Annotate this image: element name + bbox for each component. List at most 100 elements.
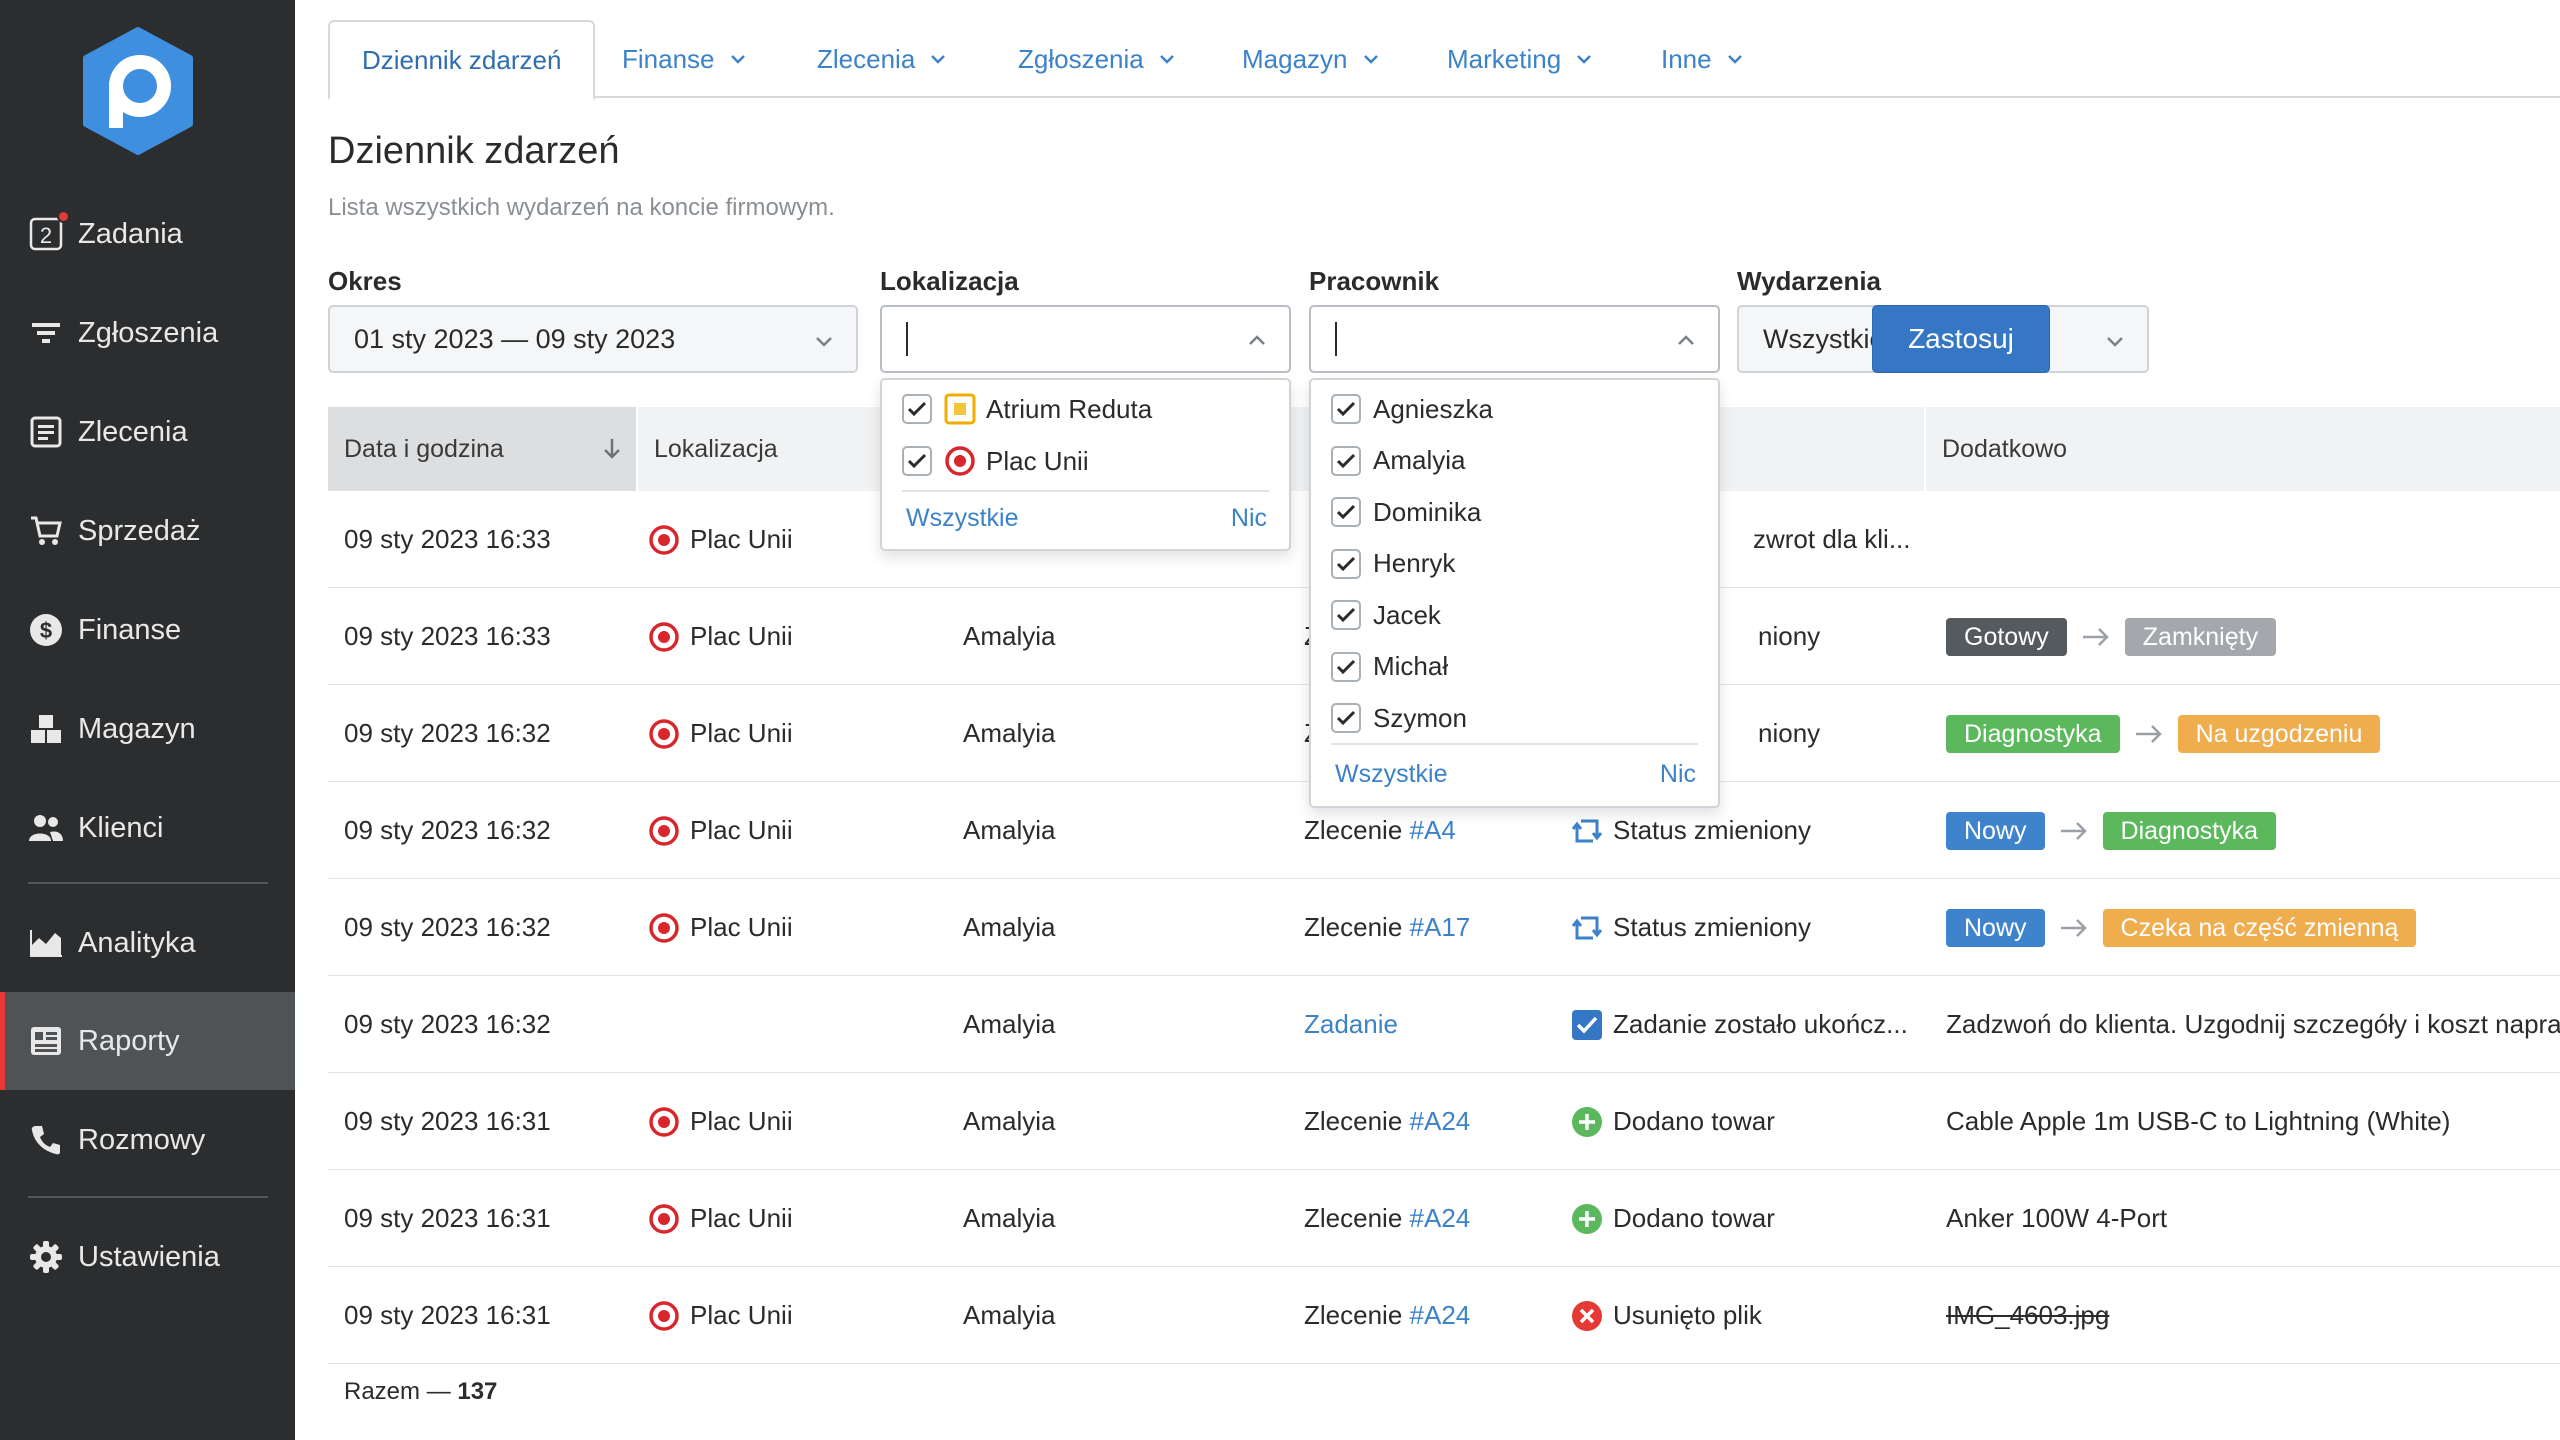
chevron-down-icon [931, 55, 946, 64]
status-badge-to: Diagnostyka [2102, 811, 2277, 850]
checkbox-checked[interactable] [1331, 445, 1361, 476]
event-text: Dodano towar [1613, 1106, 1775, 1136]
checkbox-checked[interactable] [1331, 651, 1361, 682]
object-link[interactable]: #A24 [1410, 1300, 1471, 1331]
employee-input[interactable] [1309, 305, 1720, 373]
period-label: Okres [328, 266, 402, 296]
tab-inne[interactable]: Inne [1661, 20, 1744, 98]
cell-date: 09 sty 2023 16:31 [344, 1300, 551, 1330]
tab-zgloszenia[interactable]: Zgłoszenia [1018, 20, 1176, 98]
period-select[interactable]: 01 sty 2023 — 09 sty 2023 [328, 305, 858, 373]
sidebar-divider [28, 1196, 268, 1198]
object-type: Zlecenie [1304, 1203, 1403, 1233]
table-row[interactable]: 09 sty 2023 16:32 Amalyia Zadanie Zadanie z… [328, 976, 2560, 1073]
tab-dziennik-zdarzen[interactable]: Dziennik zdarzeń [328, 20, 596, 100]
checkbox-checked[interactable] [902, 394, 932, 424]
checkbox-checked[interactable] [1331, 497, 1361, 527]
option-label: Dominika [1373, 496, 1482, 527]
location-dropdown: Atrium Reduta Plac Unii Wszystkie Nic [880, 378, 1291, 551]
cell-event-partial: niony [1758, 718, 1821, 748]
location-option-plac-unii[interactable]: Plac Unii [902, 438, 1089, 484]
cell-event: Zadanie zostało ukończ... [1571, 976, 1908, 1073]
column-header-date[interactable]: Data i godzina [328, 407, 636, 491]
dropdown-divider [902, 490, 1269, 492]
employee-option[interactable]: Dominika [1331, 489, 1481, 535]
object-link[interactable]: #A4 [1410, 815, 1456, 846]
checkbox-checked[interactable] [1331, 548, 1361, 579]
chevron-down-icon [1727, 55, 1742, 64]
tab-label: Zlecenia [817, 43, 916, 74]
object-link[interactable]: Zadanie [1304, 1009, 1398, 1040]
checkbox-checked[interactable] [1331, 600, 1361, 630]
select-all-link[interactable]: Wszystkie [906, 504, 1019, 533]
status-badge-to: Czeka na część zmienną [2102, 908, 2417, 947]
event-text: Usunięto plik [1613, 1300, 1762, 1330]
tab-marketing[interactable]: Marketing [1447, 20, 1593, 98]
cell-extra: Diagnostyka Na uzgodzeniu [1946, 685, 2381, 782]
select-none-link[interactable]: Nic [1231, 504, 1267, 533]
object-link[interactable]: #A24 [1410, 1106, 1471, 1137]
arrow-right-icon [2135, 724, 2162, 743]
option-label: Jacek [1373, 599, 1441, 630]
sidebar-item-rozmowy[interactable]: Rozmowy [0, 1091, 295, 1189]
apply-button[interactable]: Zastosuj [1872, 305, 2050, 373]
chevron-up-icon [1678, 335, 1694, 345]
arrow-right-icon [2060, 918, 2087, 937]
checkbox-checked[interactable] [1331, 394, 1361, 424]
status-badge-to: Na uzgodzeniu [2177, 714, 2381, 753]
employee-option[interactable]: Szymon [1331, 695, 1467, 741]
cell-event: Dodano towar [1571, 1073, 1775, 1170]
tab-finanse[interactable]: Finanse [622, 20, 747, 98]
sidebar-item-zgloszenia[interactable]: Zgłoszenia [0, 284, 295, 382]
tab-zlecenia[interactable]: Zlecenia [817, 20, 947, 98]
tab-label: Magazyn [1242, 43, 1348, 74]
table-row[interactable]: 09 sty 2023 16:31 Plac Unii Amalyia Zleceni… [328, 1267, 2560, 1364]
cell-employee: Amalyia [963, 815, 1056, 845]
cell-event-partial: zwrot dla kli... [1753, 524, 1911, 554]
text-cursor [1335, 322, 1337, 356]
option-label: Szymon [1373, 702, 1467, 733]
location-name: Plac Unii [690, 1300, 793, 1330]
add-item-icon [1572, 1203, 1602, 1234]
sidebar-item-finanse[interactable]: $ Finanse [0, 581, 295, 679]
cell-event: Dodano towar [1571, 1170, 1775, 1267]
select-all-link[interactable]: Wszystkie [1335, 760, 1448, 789]
chevron-down-icon [816, 337, 832, 347]
sidebar-item-klienci[interactable]: Klienci [0, 779, 295, 877]
checkbox-checked[interactable] [902, 446, 932, 476]
svg-text:2: 2 [40, 223, 52, 248]
sidebar-item-sprzedaz[interactable]: Sprzedaż [0, 482, 295, 580]
location-input[interactable] [880, 305, 1291, 373]
sidebar-item-zadania[interactable]: 2 Zadania [0, 185, 295, 283]
employee-option[interactable]: Jacek [1331, 592, 1441, 638]
tab-magazyn[interactable]: Magazyn [1242, 20, 1380, 98]
store-circle-icon [649, 815, 679, 846]
total-value: 137 [457, 1378, 498, 1405]
sidebar-item-analityka[interactable]: Analityka [0, 894, 295, 992]
sidebar-divider [28, 882, 268, 884]
chevron-down-icon [2107, 337, 2123, 347]
employee-option[interactable]: Michał [1331, 644, 1448, 690]
table-row[interactable]: 09 sty 2023 16:31 Plac Unii Amalyia Zleceni… [328, 1170, 2560, 1267]
object-link[interactable]: #A24 [1410, 1203, 1471, 1234]
location-option-atrium-reduta[interactable]: Atrium Reduta [902, 386, 1152, 432]
sidebar-item-zlecenia[interactable]: Zlecenia [0, 383, 295, 481]
select-none-link[interactable]: Nic [1660, 760, 1696, 789]
employee-option[interactable]: Henryk [1331, 541, 1455, 587]
sidebar-item-label: Zgłoszenia [78, 316, 219, 349]
employee-option[interactable]: Amalyia [1331, 438, 1465, 484]
employee-option[interactable]: Agnieszka [1331, 386, 1493, 432]
sidebar-item-raporty[interactable]: Raporty [0, 992, 295, 1090]
event-text: Status zmieniony [1613, 815, 1811, 845]
option-label: Amalyia [1373, 445, 1466, 475]
store-circle-icon [649, 524, 679, 555]
table-row[interactable]: 09 sty 2023 16:32 Plac Unii Amalyia Zleceni… [328, 879, 2560, 976]
column-header-extra[interactable]: Dodatkowo [1926, 407, 2560, 491]
sidebar-item-magazyn[interactable]: Magazyn [0, 680, 295, 778]
checkbox-checked[interactable] [1331, 703, 1361, 733]
sidebar-item-ustawienia[interactable]: Ustawienia [0, 1208, 295, 1306]
cell-date: 09 sty 2023 16:31 [344, 1106, 551, 1136]
app-logo[interactable] [78, 26, 198, 156]
table-row[interactable]: 09 sty 2023 16:31 Plac Unii Amalyia Zleceni… [328, 1073, 2560, 1170]
object-link[interactable]: #A17 [1410, 912, 1471, 943]
